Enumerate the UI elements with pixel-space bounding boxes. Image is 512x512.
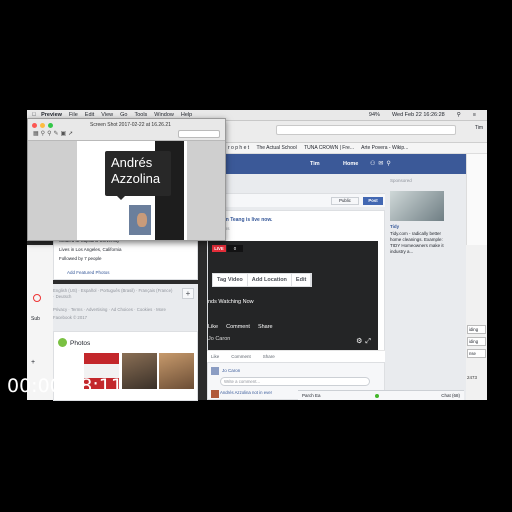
browser-user[interactable]: Tim [475,125,483,131]
left-window-label: Sub [31,316,40,322]
comment-author[interactable]: Andrés Azzolina not in ever [220,390,272,395]
video-timecode: 00:00:18;11 [7,375,123,397]
online-status-icon [375,394,379,398]
menubar-status: 94% Wed Feb 22 16:26:28 ⚲ ≡ [369,110,483,121]
zoom-icon[interactable] [48,123,53,128]
sponsored-title: Sponsored [390,178,412,183]
chat-label[interactable]: Chat (68) [441,391,460,401]
record-icon[interactable] [33,294,41,302]
add-featured-photos[interactable]: Add Featured Photos [53,265,198,280]
screenshot-page: Andrés Azzolina [77,141,187,240]
audience-selector[interactable]: Public [331,197,359,205]
battery-status[interactable]: 94% [369,110,380,121]
video-actions: Like Comment Share [208,321,338,333]
footer-links[interactable]: Privacy · Terms · Advertising · Ad Choic… [53,307,193,313]
sponsored-panel: Sponsored Tidy Tidy.com - radically bett… [388,176,450,266]
preview-window: Screen Shot 2017-02-22 at 16.26.21 ▦⚲⚲✎▣… [27,118,226,241]
photo-thumbnail[interactable] [122,353,157,389]
menubar-clock[interactable]: Wed Feb 22 16:26:28 [392,110,445,121]
center-column: Public Post Tim Teang is live now. mins … [207,140,385,400]
language-list[interactable]: English (US) · Español · Português (Bras… [53,288,173,300]
preview-toolbar-icons[interactable]: ▦⚲⚲✎▣➚ [33,130,75,137]
intro-lives: Lives in Los Angeles, California [59,247,122,252]
avatar [211,390,219,398]
face-image [137,213,147,227]
live-badge: LIVE [212,245,226,252]
video-share-button[interactable]: Share [258,321,273,333]
commenter-name[interactable]: Jo Caron [222,368,240,373]
side-button[interactable]: iding [467,325,486,334]
tooltip-arrow [117,196,125,200]
video-like-button[interactable]: Like [208,321,218,333]
photos-icon [58,338,67,347]
chat-tab-name[interactable]: Parch Ea [302,391,321,401]
post-action-row: Like Comment Share [207,350,385,362]
side-button[interactable]: nse [467,349,486,358]
preview-search-input[interactable] [178,130,220,138]
sponsored-image[interactable] [390,191,444,221]
sponsored-name[interactable]: Tidy [390,224,399,229]
post-button[interactable]: Post [363,197,383,205]
edit-button[interactable]: Edit [292,274,312,286]
add-icon[interactable]: + [31,359,35,366]
copyright: Facebook © 2017 [53,315,87,320]
composer-actions: Public Post [207,193,385,207]
preview-titlebar: Screen Shot 2017-02-22 at 16.26.21 ▦⚲⚲✎▣… [28,119,225,141]
add-location-button[interactable]: Add Location [248,274,292,286]
intro-followed[interactable]: Followed by 7 people [59,256,192,261]
side-button[interactable]: iding [467,337,486,346]
comment-input[interactable]: Write a comment... [220,377,370,386]
photo-thumbnail[interactable] [159,353,194,389]
photos-title[interactable]: Photos [70,340,90,347]
close-icon[interactable] [32,123,37,128]
post-author[interactable]: Tim Teang is live now. [220,217,272,223]
video-tag-bar: Tag Video Add Location Edit [212,273,312,287]
language-card: English (US) · Español · Português (Bras… [53,284,198,332]
profile-thumbnail [127,203,153,237]
like-button[interactable]: Like [211,351,219,362]
video-commenter[interactable]: Jo Caron [208,336,230,342]
watching-now-label: nds Watching Now [208,299,254,305]
address-bar[interactable] [276,125,456,135]
chat-bar[interactable]: Parch Ea Chat (68) [298,390,464,400]
side-number: 2473 [467,375,478,380]
video-controls[interactable]: ⚙⤢ [356,337,374,346]
avatar [211,367,219,375]
viewer-count: 0 [227,245,243,252]
add-language-button[interactable]: + [182,288,194,299]
search-icon[interactable]: ⚲ [457,110,461,121]
comment-button[interactable]: Comment [231,351,251,362]
live-video[interactable]: LIVE 0 Tag Video Add Location Edit nds W… [208,241,378,351]
background-window-right: iding iding nse 2473 [466,245,487,400]
menu-list-icon[interactable]: ≡ [473,110,476,121]
minimize-icon[interactable] [40,123,45,128]
preview-title: Screen Shot 2017-02-22 at 16.26.21 [90,122,171,128]
share-button[interactable]: Share [263,351,275,362]
name-tooltip: Andrés Azzolina [105,151,171,196]
live-post-card: Tim Teang is live now. mins LIVE 0 Tag V… [207,210,385,360]
tag-video-button[interactable]: Tag Video [213,274,248,286]
add-featured-link[interactable]: Add Featured Photos [67,270,110,275]
video-comment-button[interactable]: Comment [226,321,250,333]
sponsored-text[interactable]: Tidy.com - radically better home cleanin… [390,231,448,255]
preview-content: Andrés Azzolina [28,141,225,240]
